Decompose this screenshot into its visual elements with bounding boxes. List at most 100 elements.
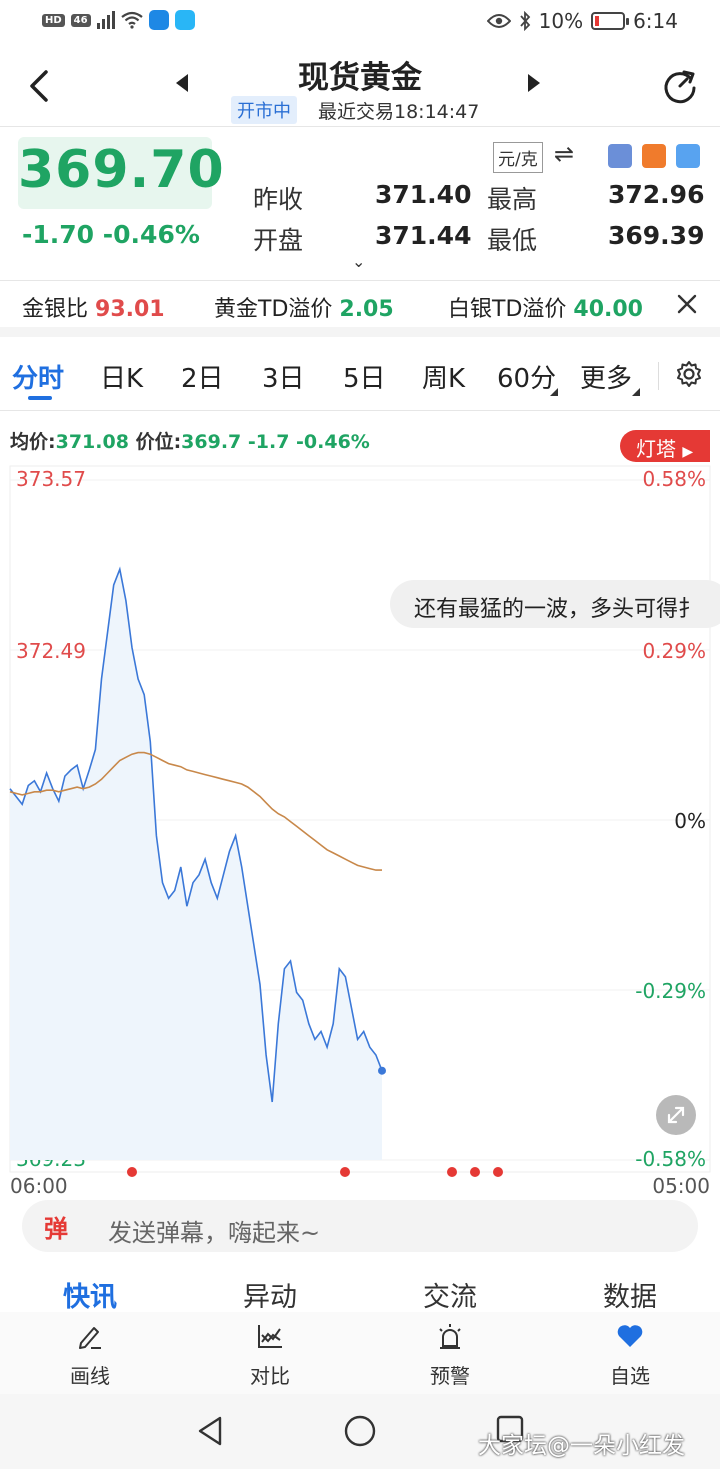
event-dot[interactable] <box>127 1167 137 1177</box>
status-bar: HD 46 10% 6:14 <box>0 0 720 48</box>
low-label: 最低 <box>487 226 538 255</box>
network-chip: 46 <box>70 13 91 27</box>
app-notification-icon <box>148 10 169 30</box>
expand-chevron-icon[interactable]: ⌄ <box>352 252 365 271</box>
battery-percent: 10% <box>538 9 584 33</box>
danmu-icon[interactable]: 弹 <box>44 1209 68 1244</box>
alarm-icon <box>439 1324 461 1349</box>
eye-icon <box>486 14 511 28</box>
signal-icon <box>96 11 115 29</box>
pct-tick-label: 0.29% <box>642 639 706 663</box>
bluetooth-icon <box>519 11 530 31</box>
tab-more[interactable]: 更多 <box>580 358 632 395</box>
pos-label: 价位: <box>135 431 182 453</box>
wifi-icon <box>120 11 143 29</box>
lighthouse-icon[interactable] <box>642 144 666 168</box>
lighthouse-button[interactable]: 灯塔 ▶ <box>620 430 710 462</box>
price-change: -1.70 -0.46% <box>22 220 200 249</box>
close-icon[interactable] <box>676 293 698 315</box>
tab-news-flash[interactable]: 快讯 <box>30 1275 150 1314</box>
silver-td-premium[interactable]: 白银TD溢价 40.00 <box>448 291 643 323</box>
event-dot[interactable] <box>493 1167 503 1177</box>
gold-silver-ratio[interactable]: 金银比 93.01 <box>22 291 165 323</box>
alert-button[interactable]: 预警 <box>390 1318 510 1389</box>
unit-selector[interactable]: 元/克 <box>493 142 543 173</box>
event-dot[interactable] <box>470 1167 480 1177</box>
divider <box>658 362 659 390</box>
current-price: 369.70 <box>18 140 225 200</box>
y-tick-label: 372.49 <box>16 639 86 663</box>
danmu-placeholder: 发送弹幕，嗨起来~ <box>108 1219 321 1247</box>
pie-icon[interactable] <box>676 144 700 168</box>
tab-intraday[interactable]: 分时 <box>12 358 64 395</box>
play-arrow-icon: ▶ <box>682 444 694 460</box>
tab-3-day[interactable]: 3日 <box>262 358 305 395</box>
pct-tick-label: -0.29% <box>635 979 706 1003</box>
fullscreen-button[interactable] <box>656 1095 696 1135</box>
high-value: 372.96 <box>608 180 705 209</box>
pct-tick-label: -0.58% <box>635 1147 706 1171</box>
back-button[interactable] <box>22 66 58 106</box>
divider <box>0 410 720 411</box>
gold-td-premium[interactable]: 黄金TD溢价 2.05 <box>214 291 394 323</box>
tab-daily-k[interactable]: 日K <box>100 358 143 395</box>
swap-icon[interactable]: ⇌ <box>554 140 574 168</box>
high-label: 最高 <box>487 185 538 214</box>
last-trade-time: 最近交易18:14:47 <box>318 101 480 123</box>
ratio-value: 93.01 <box>95 297 165 322</box>
watchlist-button[interactable]: 自选 <box>570 1318 690 1389</box>
ratio-label: 金银比 <box>22 297 89 322</box>
open-value: 371.44 <box>375 221 472 250</box>
tab-60-min[interactable]: 60分 <box>497 358 556 395</box>
percent-icon[interactable] <box>608 144 632 168</box>
silver-td-label: 白银TD溢价 <box>448 297 567 322</box>
tab-data[interactable]: 数据 <box>570 1275 690 1314</box>
alert-label: 预警 <box>430 1364 470 1388</box>
separator <box>0 327 720 337</box>
tab-2-day[interactable]: 2日 <box>181 358 224 395</box>
refresh-button[interactable] <box>660 66 700 106</box>
x-start-label: 06:00 <box>10 1174 68 1198</box>
divider <box>0 126 720 127</box>
heart-icon <box>617 1325 643 1347</box>
watchlist-label: 自选 <box>610 1364 650 1388</box>
tab-5-day[interactable]: 5日 <box>343 358 386 395</box>
tab-active-indicator <box>28 396 52 400</box>
prev-close-value: 371.40 <box>375 180 472 209</box>
intraday-chart[interactable]: 373.57372.49371.4370.32369.23 0.58%0.29%… <box>0 462 720 1202</box>
nav-back-icon[interactable] <box>194 1414 228 1448</box>
danmu-bubble[interactable]: 还有最猛的一波，多头可得扌 <box>390 580 720 628</box>
event-dot[interactable] <box>447 1167 457 1177</box>
event-dot[interactable] <box>340 1167 350 1177</box>
gear-icon[interactable] <box>675 360 703 388</box>
pen-icon <box>79 1327 101 1349</box>
clock: 6:14 <box>633 9 678 33</box>
low-value: 369.39 <box>608 221 705 250</box>
y-tick-label: 373.57 <box>16 467 86 491</box>
pct-tick-label: 0.58% <box>642 467 706 491</box>
dropdown-triangle-icon <box>632 388 640 396</box>
hd-chip: HD <box>42 13 65 27</box>
tab-weekly-k[interactable]: 周K <box>422 358 465 395</box>
change-percent: -0.46% <box>102 220 200 249</box>
tab-movements[interactable]: 异动 <box>210 1275 330 1314</box>
gold-td-value: 2.05 <box>339 297 394 322</box>
change-value: -1.70 <box>22 220 95 249</box>
pos-value: 369.7 -1.7 -0.46% <box>181 431 370 453</box>
nav-home-icon[interactable] <box>343 1414 377 1448</box>
next-instrument-arrow[interactable] <box>528 74 540 92</box>
watermark: 大家坛@一朵小红发 <box>478 1433 685 1459</box>
prev-close-label: 昨收 <box>253 185 304 214</box>
open-label: 开盘 <box>253 226 304 255</box>
compare-chart-icon <box>258 1325 282 1348</box>
draw-line-button[interactable]: 画线 <box>30 1318 150 1389</box>
compare-button[interactable]: 对比 <box>210 1318 330 1389</box>
market-status-badge: 开市中 <box>231 96 297 124</box>
spread-bar: 金银比 93.01 黄金TD溢价 2.05 白银TD溢价 40.00 <box>0 281 720 327</box>
last-price-dot <box>378 1066 386 1075</box>
feature-icons <box>608 144 700 168</box>
tab-community[interactable]: 交流 <box>390 1275 510 1314</box>
lighthouse-label: 灯塔 <box>636 437 676 461</box>
prev-instrument-arrow[interactable] <box>176 74 188 92</box>
avg-label: 均价: <box>10 431 56 453</box>
